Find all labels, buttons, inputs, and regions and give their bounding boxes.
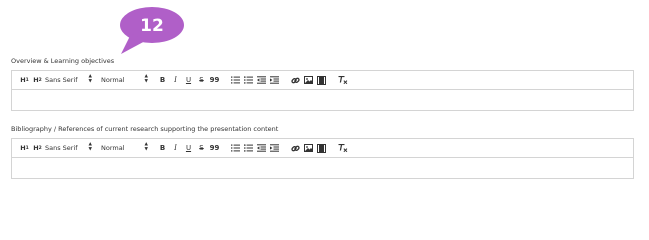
updown-caret-icon: ▲ ▼ — [144, 74, 148, 84]
link-button[interactable] — [289, 74, 302, 86]
size-picker-value: Normal — [101, 144, 125, 152]
underline-button[interactable]: U — [182, 142, 195, 154]
bold-button[interactable]: B — [156, 142, 169, 154]
blockquote-button[interactable]: 99 — [208, 74, 221, 86]
outdent-button[interactable] — [255, 74, 268, 86]
heading1-button[interactable]: H1 — [18, 74, 31, 86]
underline-button[interactable]: U — [182, 74, 195, 86]
video-button[interactable] — [315, 74, 328, 86]
indent-icon — [270, 144, 279, 152]
bibliography-field-label: Bibliography / References of current res… — [11, 125, 279, 133]
image-icon — [304, 76, 313, 84]
ordered-list-button[interactable] — [229, 142, 242, 154]
bold-button[interactable]: B — [156, 74, 169, 86]
clear-format-button[interactable] — [336, 74, 349, 86]
size-picker-value: Normal — [101, 76, 125, 84]
link-icon — [291, 145, 300, 151]
heading2-button[interactable]: H2 — [31, 142, 44, 154]
overview-toolbar: H1 H2 Sans Serif ▲ ▼ Normal ▲ ▼ B I U S 99 — [12, 71, 633, 90]
bullet-list-icon — [244, 144, 253, 152]
clear-format-icon — [338, 75, 347, 84]
image-icon — [304, 144, 313, 152]
step-number: 12 — [140, 16, 164, 36]
bullet-list-icon — [244, 76, 253, 84]
ordered-list-button[interactable] — [229, 74, 242, 86]
italic-button[interactable]: I — [169, 142, 182, 154]
font-picker[interactable]: Sans Serif ▲ ▼ — [44, 142, 100, 154]
image-button[interactable] — [302, 142, 315, 154]
overview-text-area[interactable] — [12, 90, 633, 110]
video-button[interactable] — [315, 142, 328, 154]
clear-format-icon — [338, 143, 347, 152]
clear-format-button[interactable] — [336, 142, 349, 154]
indent-button[interactable] — [268, 74, 281, 86]
bullet-list-button[interactable] — [242, 74, 255, 86]
video-icon — [317, 143, 326, 153]
link-button[interactable] — [289, 142, 302, 154]
updown-caret-icon: ▲ ▼ — [88, 142, 92, 152]
heading1-button[interactable]: H1 — [18, 142, 31, 154]
size-picker[interactable]: Normal ▲ ▼ — [100, 142, 156, 154]
strike-button[interactable]: S — [195, 142, 208, 154]
overview-field-label: Overview & Learning objectives — [11, 57, 115, 65]
blockquote-button[interactable]: 99 — [208, 142, 221, 154]
font-picker[interactable]: Sans Serif ▲ ▼ — [44, 74, 100, 86]
overview-editor: H1 H2 Sans Serif ▲ ▼ Normal ▲ ▼ B I U S 99 — [11, 70, 634, 111]
strike-button[interactable]: S — [195, 74, 208, 86]
ordered-list-icon — [231, 144, 240, 152]
outdent-button[interactable] — [255, 142, 268, 154]
bullet-list-button[interactable] — [242, 142, 255, 154]
bibliography-editor: H1 H2 Sans Serif ▲ ▼ Normal ▲ ▼ B I U S 99 — [11, 138, 634, 179]
italic-button[interactable]: I — [169, 74, 182, 86]
heading2-button[interactable]: H2 — [31, 74, 44, 86]
size-picker[interactable]: Normal ▲ ▼ — [100, 74, 156, 86]
font-picker-value: Sans Serif — [45, 76, 78, 84]
indent-button[interactable] — [268, 142, 281, 154]
outdent-icon — [257, 76, 266, 84]
indent-icon — [270, 76, 279, 84]
ordered-list-icon — [231, 76, 240, 84]
updown-caret-icon: ▲ ▼ — [144, 142, 148, 152]
video-icon — [317, 75, 326, 85]
image-button[interactable] — [302, 74, 315, 86]
font-picker-value: Sans Serif — [45, 144, 78, 152]
updown-caret-icon: ▲ ▼ — [88, 74, 92, 84]
outdent-icon — [257, 144, 266, 152]
bibliography-text-area[interactable] — [12, 158, 633, 178]
bibliography-toolbar: H1 H2 Sans Serif ▲ ▼ Normal ▲ ▼ B I U S 99 — [12, 139, 633, 158]
link-icon — [291, 77, 300, 83]
